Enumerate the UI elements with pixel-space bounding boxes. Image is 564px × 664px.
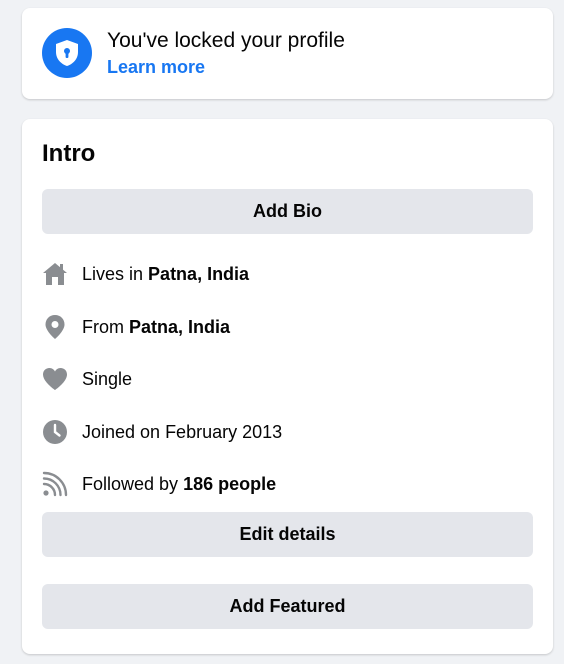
relationship-status: Single [82, 369, 133, 389]
followers-count[interactable]: 186 people [183, 474, 276, 494]
from-prefix: From [82, 317, 129, 337]
home-icon [40, 259, 70, 289]
location-pin-icon [40, 312, 70, 342]
learn-more-link[interactable]: Learn more [107, 56, 205, 78]
heart-icon [40, 364, 70, 394]
lives-prefix: Lives in [82, 264, 149, 284]
edit-details-button[interactable]: Edit details [42, 512, 533, 557]
detail-relationship: Single [40, 364, 132, 394]
detail-lives-in: Lives in Patna, India [40, 259, 249, 289]
add-bio-button[interactable]: Add Bio [42, 189, 533, 234]
from-value[interactable]: Patna, India [129, 317, 230, 337]
detail-joined: Joined on February 2013 [40, 417, 282, 447]
detail-followers: Followed by 186 people [40, 469, 276, 499]
lives-value[interactable]: Patna, India [148, 264, 249, 284]
intro-title: Intro [42, 140, 96, 167]
rss-feed-icon [40, 469, 70, 499]
clock-icon [40, 417, 70, 447]
profile-lock-card: You've locked your profile Learn more [22, 8, 553, 99]
add-featured-button[interactable]: Add Featured [42, 584, 533, 629]
followed-prefix: Followed by [82, 474, 184, 494]
shield-lock-icon [42, 28, 92, 78]
intro-card: Intro Add Bio Lives in Patna, India From… [22, 119, 553, 654]
detail-from: From Patna, India [40, 312, 230, 342]
joined-date: Joined on February 2013 [82, 422, 283, 442]
lock-notice-title: You've locked your profile [107, 29, 345, 52]
